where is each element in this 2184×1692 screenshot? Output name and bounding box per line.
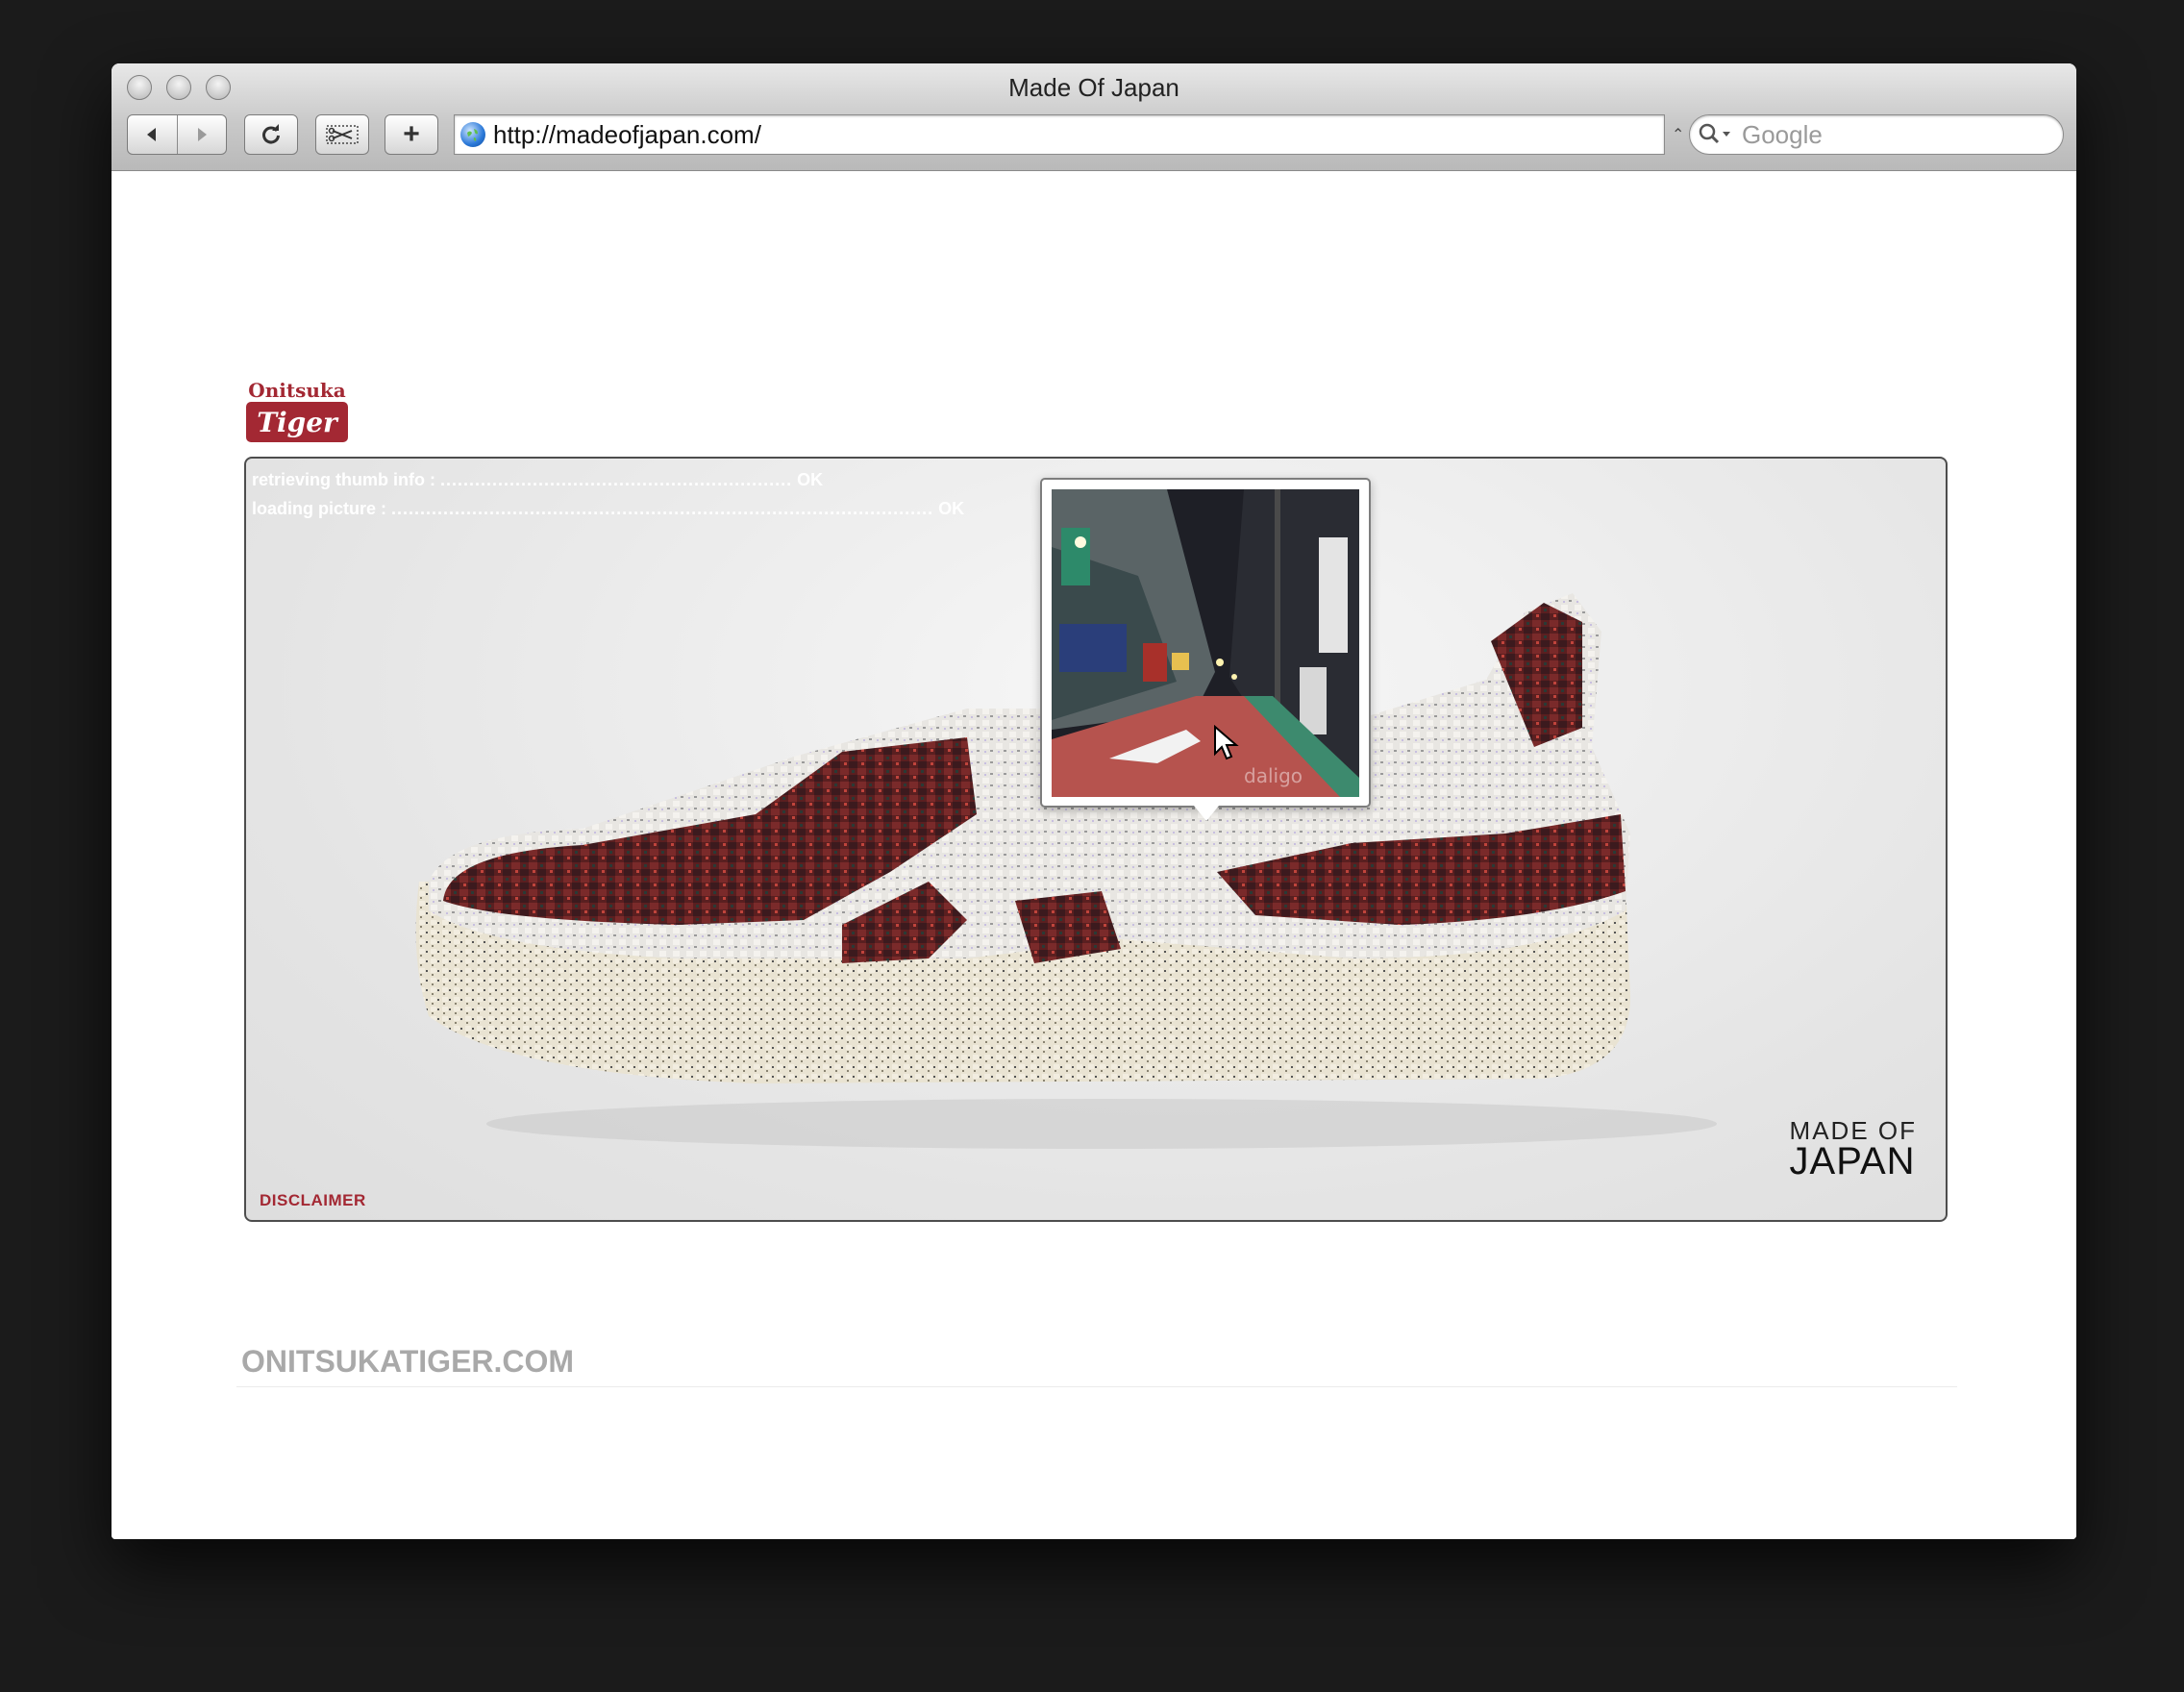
forward-button[interactable] [176,115,227,154]
globe-icon [460,122,485,147]
cursor-icon [1214,725,1239,760]
popup-pointer [1194,806,1219,821]
svg-text:daligo: daligo [1244,764,1303,787]
add-bookmark-button[interactable]: + [385,114,438,155]
japan-text: JAPAN [1789,1140,1916,1182]
made-of-japan-logo: MADE OF JAPAN [1789,1118,1917,1182]
address-dropdown-icon[interactable]: ⌃ [1672,125,1684,144]
back-arrow-icon [147,128,157,141]
disclaimer-link[interactable]: DISCLAIMER [260,1191,366,1210]
search-field[interactable]: Google [1689,114,2064,155]
onitsuka-tiger-logo[interactable]: Onitsuka Tiger [245,380,349,443]
reload-icon [262,124,280,144]
reload-button[interactable] [244,114,298,155]
window-title: Made Of Japan [1008,73,1179,102]
status-dots: ........................................… [391,499,934,518]
forward-arrow-icon [197,128,207,141]
page-content: Onitsuka Tiger retrieving thumb info : .… [112,171,2076,1539]
status-line-thumb: retrieving thumb info : ................… [252,470,823,490]
status-label: retrieving thumb info : [252,470,435,489]
footer-divider [236,1386,1957,1387]
night-street-image: daligo [1052,489,1359,797]
logo-wordmark: Onitsuka [248,379,346,402]
search-placeholder: Google [1742,119,1823,149]
snapback-icon [326,125,359,144]
logo-badge: Tiger [246,402,348,442]
status-dots: ........................................… [440,470,793,489]
browser-toolbar: Made Of Japan + http://madeofjapan.com/ … [112,63,2076,171]
address-text: http://madeofjapan.com/ [493,119,761,149]
status-line-picture: loading picture : ......................… [252,499,964,519]
address-bar[interactable]: http://madeofjapan.com/ [454,114,1665,155]
search-icon [1699,123,1730,144]
snapback-button[interactable] [315,114,369,155]
status-result: OK [797,470,824,489]
plus-icon: + [403,118,420,150]
browser-window: Made Of Japan + http://madeofjapan.com/ … [112,63,2076,1539]
street-photo: daligo [1052,489,1359,797]
status-result: OK [938,499,965,518]
photo-preview-popup[interactable]: daligo [1040,478,1371,821]
onitsukatiger-link[interactable]: ONITSUKATIGER.COM [241,1344,574,1380]
status-label: loading picture : [252,499,387,518]
back-forward-buttons [127,114,227,155]
flash-stage[interactable]: retrieving thumb info : ................… [244,457,1948,1222]
back-button[interactable] [128,115,177,154]
